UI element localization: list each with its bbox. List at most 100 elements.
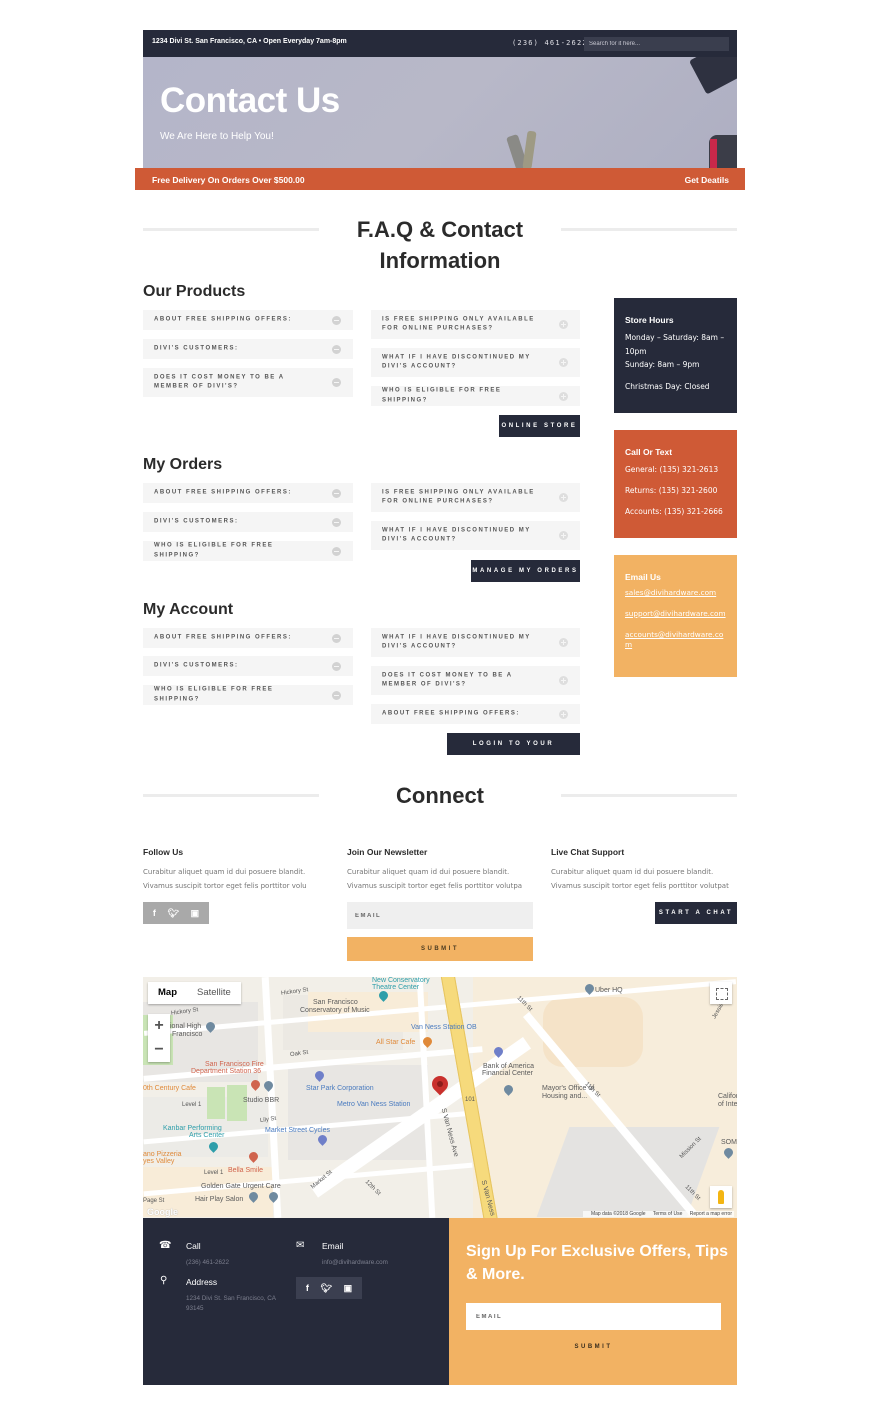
- expand-icon: [559, 358, 568, 367]
- live-chat-column: Live Chat Support Curabitur aliquet quam…: [551, 847, 737, 893]
- map-type-map-button[interactable]: Map: [148, 982, 187, 1004]
- faq-question: What If I Have Discontinued My Divi's Ac…: [382, 634, 531, 650]
- divider: [143, 228, 319, 231]
- expand-icon: [559, 320, 568, 329]
- instagram-icon[interactable]: ▣: [344, 1283, 353, 1294]
- twitter-icon[interactable]: 🐦︎: [321, 1283, 332, 1294]
- signup-email-input[interactable]: [466, 1303, 721, 1330]
- faq-question: What If I Have Discontinued My Divi's Ac…: [382, 527, 531, 543]
- zoom-out-button[interactable]: −: [148, 1038, 170, 1062]
- map-label: Bella Smile: [228, 1167, 264, 1174]
- collapse-icon: [332, 661, 341, 671]
- map-label: Bank of America: [483, 1063, 534, 1070]
- map-legal: Map data ©2018 Google Terms of Use Repor…: [582, 1211, 734, 1217]
- expand-icon: [559, 493, 568, 502]
- terms-of-use-link[interactable]: Terms of Use: [653, 1211, 682, 1217]
- faq-toggle[interactable]: What If I Have Discontinued My Divi's Ac…: [371, 348, 580, 377]
- faq-toggle[interactable]: What If I Have Discontinued My Divi's Ac…: [371, 521, 580, 550]
- store-address: 1234 Divi St. San Francisco, CA • Open E…: [152, 38, 347, 45]
- search-input[interactable]: [584, 37, 729, 51]
- faq-toggle[interactable]: Who Is Eligible For Free Shipping?: [143, 541, 353, 561]
- get-details-link[interactable]: Get Deatils: [685, 175, 729, 185]
- faq-question: What If I Have Discontinued My Divi's Ac…: [382, 354, 531, 370]
- facebook-icon[interactable]: f: [306, 1283, 309, 1293]
- map-label: Francisco: [172, 1031, 203, 1038]
- faq-toggle[interactable]: Divi's Customers:: [143, 512, 353, 532]
- faq-toggle[interactable]: About Free Shipping Offers:: [371, 704, 580, 724]
- expand-icon: [559, 531, 568, 540]
- facebook-icon[interactable]: f: [153, 908, 156, 918]
- map-label: Califor: [718, 1093, 737, 1100]
- email-support-link[interactable]: support@divihardware.com: [625, 609, 726, 619]
- signup-submit-button[interactable]: SUBMIT: [466, 1344, 721, 1350]
- twitter-icon[interactable]: 🐦︎: [168, 908, 179, 919]
- faq-toggle[interactable]: About Free Shipping Offers:: [143, 628, 353, 648]
- top-bar: 1234 Divi St. San Francisco, CA • Open E…: [143, 30, 737, 57]
- map-label: Department Station 36: [191, 1068, 262, 1075]
- google-logo: Google: [147, 1207, 178, 1217]
- footer-contact: ☎︎ Call (236) 461-2622 ⚲︎ Address 1234 D…: [143, 1218, 449, 1385]
- map-label: Conservatory of Music: [300, 1007, 370, 1014]
- faq-toggle[interactable]: Divi's Customers:: [143, 656, 353, 676]
- tool-handle-image: [710, 139, 717, 168]
- faq-toggle[interactable]: About Free Shipping Offers:: [143, 310, 353, 330]
- hero-banner: Contact Us We Are Here to Help You!: [143, 57, 737, 168]
- map-type-satellite-button[interactable]: Satellite: [187, 982, 241, 1004]
- map-label: Uber HQ: [595, 987, 623, 994]
- collapse-icon: [332, 546, 341, 556]
- newsletter-column: Join Our Newsletter Curabitur aliquet qu…: [347, 847, 533, 893]
- faq-question: Is Free Shipping Only Available For Onli…: [382, 489, 535, 505]
- faq-toggle[interactable]: What If I Have Discontinued My Divi's Ac…: [371, 628, 580, 657]
- collapse-icon: [332, 690, 341, 700]
- faq-toggle[interactable]: Is Free Shipping Only Available For Onli…: [371, 310, 580, 339]
- follow-us-title: Follow Us: [143, 847, 184, 857]
- email-sales-link[interactable]: sales@divihardware.com: [625, 588, 726, 598]
- footer-address-label: Address: [186, 1277, 218, 1287]
- email-accounts-link[interactable]: accounts@divihardware.com: [625, 630, 726, 650]
- faq-toggle[interactable]: Does It Cost Money To Be A Member Of Div…: [371, 666, 580, 695]
- faq-question: Who Is Eligible For Free Shipping?: [154, 686, 274, 703]
- zoom-in-button[interactable]: +: [148, 1014, 170, 1038]
- map-label: Page St: [143, 1198, 165, 1204]
- newsletter-submit-button[interactable]: SUBMIT: [347, 937, 533, 961]
- faq-question: Divi's Customers:: [154, 662, 239, 669]
- faq-question: Does It Cost Money To Be A Member Of Div…: [382, 672, 513, 688]
- map-label: Metro Van Ness Station: [337, 1101, 411, 1108]
- report-map-error-link[interactable]: Report a map error: [690, 1211, 732, 1217]
- street-view-pegman-icon[interactable]: [710, 1186, 732, 1208]
- group-heading-my-orders: My Orders: [143, 456, 223, 473]
- map-label: All Star Cafe: [376, 1039, 416, 1046]
- instagram-icon[interactable]: ▣: [191, 908, 200, 919]
- faq-toggle[interactable]: Who Is Eligible For Free Shipping?: [371, 386, 580, 406]
- login-to-your-account-button[interactable]: Login To Your Account: [447, 733, 580, 769]
- expand-icon: [559, 709, 568, 719]
- faq-toggle[interactable]: About Free Shipping Offers:: [143, 483, 353, 503]
- map-label: ano Pizzeria: [143, 1151, 182, 1158]
- envelope-icon: ✉︎: [296, 1240, 305, 1251]
- phone-returns: Returns: (135) 321-2600: [625, 486, 718, 495]
- faq-question: About Free Shipping Offers:: [154, 316, 292, 323]
- faq-toggle[interactable]: Does It Cost Money To Be A Member Of Div…: [143, 368, 353, 397]
- start-chat-button[interactable]: Start A Chat: [655, 902, 737, 924]
- footer-email-value[interactable]: info@divihardware.com: [322, 1258, 388, 1268]
- live-chat-title: Live Chat Support: [551, 847, 625, 857]
- bit-set-image: [689, 57, 737, 95]
- manage-my-orders-button[interactable]: Manage My Orders: [471, 560, 580, 582]
- group-heading-our-products: Our Products: [143, 283, 246, 300]
- faq-title-line1: F.A.Q & Contact: [356, 217, 524, 242]
- fullscreen-icon[interactable]: [710, 982, 732, 1004]
- faq-toggle[interactable]: Divi's Customers:: [143, 339, 353, 359]
- newsletter-text: Curabitur aliquet quam id dui posuere bl…: [347, 868, 510, 876]
- collapse-icon: [332, 315, 341, 325]
- map-type-control: Map Satellite: [148, 982, 241, 1004]
- follow-us-text: Vivamus suscipit tortor eget felis portt…: [143, 882, 307, 890]
- faq-toggle[interactable]: Who Is Eligible For Free Shipping?: [143, 685, 353, 705]
- map-label: yes Valley: [143, 1158, 175, 1165]
- newsletter-email-input[interactable]: [347, 902, 533, 929]
- store-phone[interactable]: (236) 461-2622: [512, 39, 588, 47]
- footer-address-value: 1234 Divi St. San Francisco, CA 93145: [186, 1295, 276, 1312]
- faq-toggle[interactable]: Is Free Shipping Only Available For Onli…: [371, 483, 580, 512]
- faq-question: About Free Shipping Offers:: [154, 489, 292, 496]
- online-store-button[interactable]: Online Store: [499, 415, 580, 437]
- google-map[interactable]: New Conservatory Theatre Center San Fran…: [143, 977, 737, 1218]
